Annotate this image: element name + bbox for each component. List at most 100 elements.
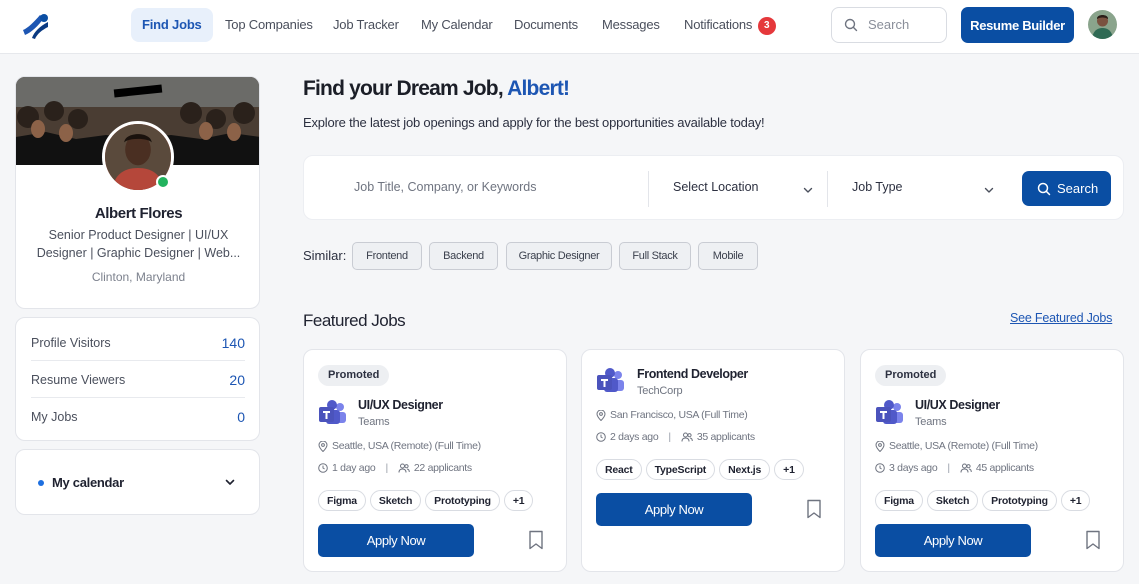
skill-tag[interactable]: Sketch [926,490,979,511]
profile-headline: Senior Product Designer | UI/UX Designer… [36,228,241,260]
job-location: Seattle, USA (Remote) (Full Time) [318,440,481,452]
skill-tag[interactable]: Sketch [369,490,422,511]
search-icon [844,18,858,32]
stat-profile-visitors[interactable]: Profile Visitors 140 [31,324,245,361]
job-skill-tags: React TypeScript Next.js +1 [596,459,804,480]
location-pin-icon [596,409,606,421]
nav-search-box [831,7,947,43]
notification-count-badge: 3 [757,17,776,35]
bookmark-icon[interactable] [806,499,822,519]
calendar-dot-icon [38,480,44,486]
chevron-down-icon[interactable] [224,476,236,488]
apply-now-button[interactable]: Apply Now [875,524,1031,557]
similar-chip-frontend[interactable]: Frontend [352,242,422,270]
job-applicants: 35 applicants [696,431,755,443]
chevron-down-icon [984,187,994,193]
nav-search-input[interactable] [868,17,942,32]
job-posted-time: 2 days ago [610,431,659,443]
skill-tag[interactable]: React [596,459,642,480]
stat-label: My Jobs [31,410,78,424]
my-calendar-card[interactable]: My calendar [15,449,260,515]
nav-notifications[interactable]: Notifications 3 [673,8,787,42]
job-card[interactable]: Frontend Developer TechCorp San Francisc… [581,349,845,572]
nav-documents[interactable]: Documents [503,8,589,42]
nav-my-calendar[interactable]: My Calendar [410,8,504,42]
search-icon [1037,182,1051,196]
stat-value: 140 [221,335,245,351]
job-card[interactable]: Promoted UI/UX Designer Teams Seattle, U… [303,349,567,572]
hero-subtitle: Explore the latest job openings and appl… [303,115,765,130]
job-company: TechCorp [637,385,683,397]
similar-label: Similar: [303,248,347,263]
brand-logo[interactable] [20,10,52,42]
similar-chip-full-stack[interactable]: Full Stack [619,242,691,270]
more-tags-badge[interactable]: +1 [1060,490,1091,511]
profile-stats-card: Profile Visitors 140 Resume Viewers 20 M… [15,317,260,441]
clock-icon [875,463,885,473]
hero-title-prefix: Find your Dream Job, [303,77,504,100]
users-icon [960,463,972,473]
chevron-down-icon [803,187,813,193]
teams-logo-icon [319,400,346,424]
more-tags-badge[interactable]: +1 [774,459,804,480]
search-divider [648,171,649,207]
promoted-badge: Promoted [318,365,390,386]
hero-title: Find your Dream Job, Albert! [303,77,570,101]
profile-location: Clinton, Maryland [91,270,186,284]
stat-my-jobs[interactable]: My Jobs 0 [31,398,245,435]
stat-value: 20 [229,372,245,388]
meta-separator: | [947,462,950,474]
job-posted-meta: 3 days ago | 45 applicants [875,462,1034,474]
job-skill-tags: Figma Sketch Prototyping +1 [318,490,534,511]
apply-now-button[interactable]: Apply Now [596,493,752,526]
job-title[interactable]: UI/UX Designer [358,398,443,412]
skill-tag[interactable]: TypeScript [645,459,716,480]
job-posted-meta: 2 days ago | 35 applicants [596,431,755,443]
top-navbar: Find Jobs Top Companies Job Tracker My C… [0,0,1139,54]
job-location-text: San Francisco, USA (Full Time) [610,409,748,421]
stat-resume-viewers[interactable]: Resume Viewers 20 [31,361,245,398]
job-location: San Francisco, USA (Full Time) [596,409,748,421]
job-location-text: Seattle, USA (Remote) (Full Time) [332,440,481,452]
bookmark-icon[interactable] [1085,530,1101,550]
keyword-search-input[interactable] [354,180,634,194]
job-title[interactable]: UI/UX Designer [915,398,1000,412]
job-skill-tags: Figma Sketch Prototyping +1 [875,490,1091,511]
job-posted-time: 3 days ago [889,462,938,474]
bookmark-icon[interactable] [528,530,544,550]
apply-now-button[interactable]: Apply Now [318,524,474,557]
clock-icon [596,432,606,442]
job-company: Teams [358,416,390,428]
see-featured-jobs-link[interactable]: See Featured Jobs [1010,311,1112,325]
nav-top-companies[interactable]: Top Companies [214,8,324,42]
promoted-badge: Promoted [875,365,947,386]
job-title[interactable]: Frontend Developer [637,367,748,381]
nav-find-jobs[interactable]: Find Jobs [131,8,213,42]
nav-messages[interactable]: Messages [591,8,671,42]
similar-chip-backend[interactable]: Backend [429,242,498,270]
stat-label: Resume Viewers [31,373,126,387]
skill-tag[interactable]: Next.js [719,459,771,480]
search-button-label: Search [1057,181,1099,196]
search-divider [827,171,828,207]
job-posted-time: 1 day ago [332,462,376,474]
skill-tag[interactable]: Figma [875,490,923,511]
job-company: Teams [915,416,947,428]
similar-chip-graphic-designer[interactable]: Graphic Designer [506,242,612,270]
skill-tag[interactable]: Figma [318,490,366,511]
similar-chip-mobile[interactable]: Mobile [698,242,758,270]
job-location: Seattle, USA (Remote) (Full Time) [875,440,1038,452]
nav-job-tracker[interactable]: Job Tracker [322,8,410,42]
online-status-indicator [156,175,170,189]
location-select-label: Select Location [673,180,759,194]
skill-tag[interactable]: Prototyping [982,490,1057,511]
more-tags-badge[interactable]: +1 [503,490,534,511]
meta-separator: | [668,431,671,443]
resume-builder-button[interactable]: Resume Builder [961,7,1074,43]
user-avatar[interactable] [1088,10,1117,39]
profile-name: Albert Flores [94,205,183,222]
stat-value: 0 [237,409,245,425]
job-card[interactable]: Promoted UI/UX Designer Teams Seattle, U… [860,349,1124,572]
search-button[interactable]: Search [1022,171,1111,206]
skill-tag[interactable]: Prototyping [425,490,500,511]
